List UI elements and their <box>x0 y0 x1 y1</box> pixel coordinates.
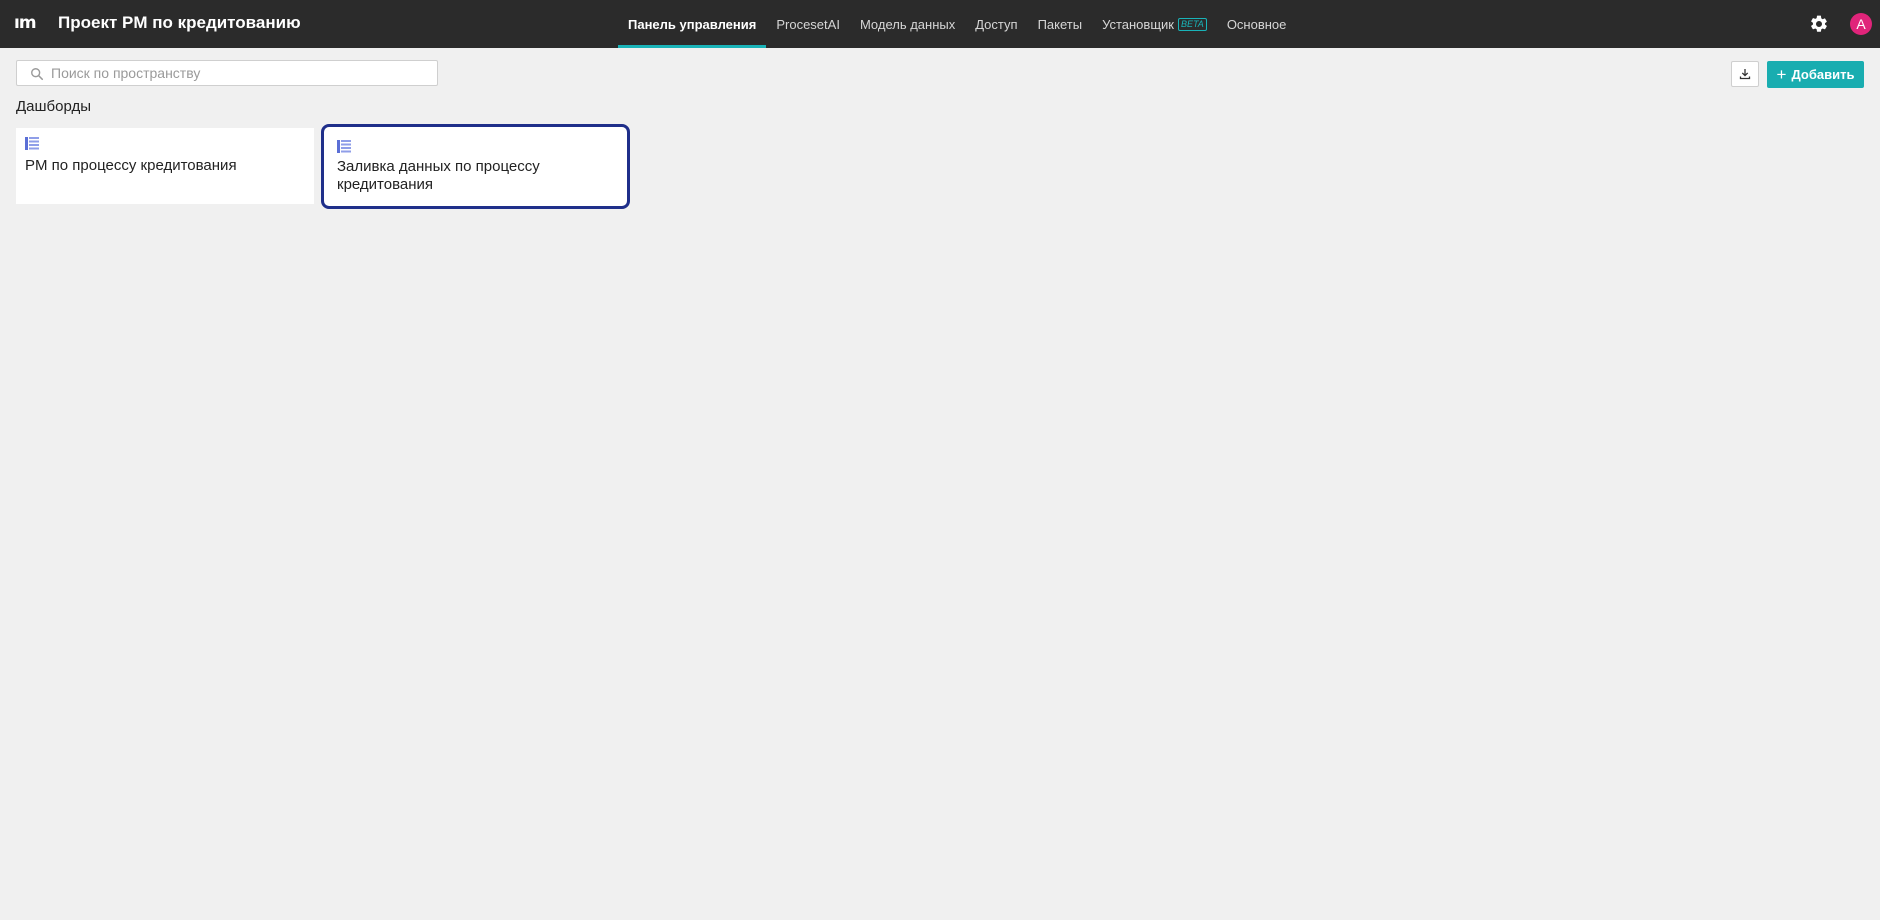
tab-data-model[interactable]: Модель данных <box>850 0 965 48</box>
user-avatar[interactable]: A <box>1850 13 1872 35</box>
tab-dashboard[interactable]: Панель управления <box>618 0 767 48</box>
tab-label: Основное <box>1226 16 1287 32</box>
top-navigation-bar: ım Проект PM по кредитованию Панель упра… <box>0 0 1880 48</box>
tab-label: Панель управления <box>628 16 757 32</box>
dashboard-card[interactable]: PM по процессу кредитования <box>16 128 314 204</box>
dashboard-card-selected[interactable]: Заливка данных по процессу кредитования <box>321 124 630 209</box>
project-title: Проект PM по кредитованию <box>58 13 301 32</box>
tab-access[interactable]: Доступ <box>965 0 1027 48</box>
search-input[interactable] <box>47 61 435 85</box>
section-title: Дашборды <box>16 98 91 115</box>
plus-icon: + <box>1776 65 1787 84</box>
tab-label: ProcesetAI <box>776 16 840 32</box>
tab-label: Установщик <box>1102 16 1174 32</box>
dashboard-card-title: Заливка данных по процессу кредитования <box>337 158 540 193</box>
add-button[interactable]: + Добавить <box>1767 61 1864 88</box>
search-icon <box>31 68 44 81</box>
tab-label: Модель данных <box>859 16 956 32</box>
tab-general[interactable]: Основное <box>1217 0 1297 48</box>
tab-label: Пакеты <box>1037 16 1083 32</box>
download-icon <box>1739 69 1751 80</box>
app-logo[interactable]: ım <box>14 13 37 33</box>
main-tabs: Панель управления ProcesetAI Модель данн… <box>618 0 1296 48</box>
tab-packages[interactable]: Пакеты <box>1028 0 1093 48</box>
gear-icon[interactable] <box>1809 14 1829 34</box>
add-button-label: Добавить <box>1791 67 1855 82</box>
download-button[interactable] <box>1731 61 1759 87</box>
beta-badge: BETA <box>1177 17 1207 31</box>
search-box[interactable] <box>16 60 438 86</box>
tab-processetai[interactable]: ProcesetAI <box>766 0 850 48</box>
tab-label: Доступ <box>975 16 1018 32</box>
dashboard-icon <box>337 140 351 153</box>
tab-installer[interactable]: Установщик BETA <box>1092 0 1217 48</box>
dashboard-card-title: PM по процессу кредитования <box>25 157 237 174</box>
dashboard-icon <box>25 137 39 150</box>
